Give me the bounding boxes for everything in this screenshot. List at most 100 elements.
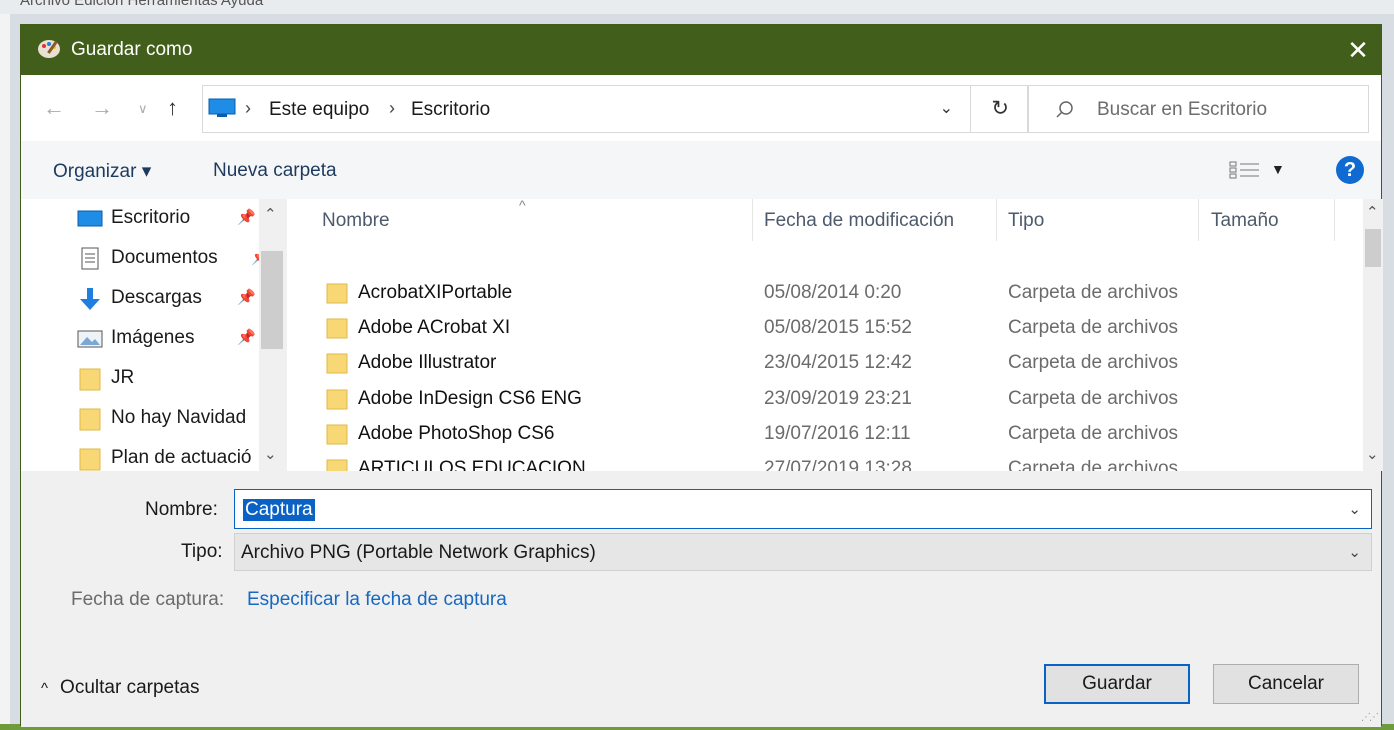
breadcrumb-separator-icon: › (245, 98, 251, 118)
sidebar-item-label: Descargas (111, 287, 202, 308)
pin-icon: 📌 (237, 209, 256, 226)
sidebar-item-label: Plan de actuació (111, 447, 252, 468)
file-list-scrollbar[interactable]: ⌃ ⌄ (1363, 199, 1383, 471)
file-date: 05/08/2015 15:52 (764, 317, 912, 338)
sidebar-item-label: Documentos (111, 247, 218, 268)
dialog-titlebar[interactable]: Guardar como ✕ (21, 25, 1381, 75)
column-divider (1198, 199, 1199, 241)
cancel-button[interactable]: Cancelar (1213, 664, 1359, 704)
back-arrow-icon[interactable]: ← (43, 95, 65, 121)
sidebar-scroll-thumb[interactable] (261, 251, 283, 349)
this-pc-icon (208, 98, 236, 117)
view-options-chevron-icon[interactable]: ▼ (1271, 161, 1285, 177)
table-row[interactable]: Adobe Illustrator 23/04/2015 12:42 Carpe… (287, 347, 1347, 383)
file-date: 23/04/2015 12:42 (764, 352, 912, 373)
file-name-field[interactable]: Captura ⌄ (234, 489, 1372, 529)
sidebar-scrollbar[interactable]: ⌃ ⌄ (259, 199, 285, 471)
sidebar-item-label: Imágenes (111, 327, 195, 348)
close-button[interactable]: ✕ (1335, 25, 1381, 75)
pin-icon: 📌 (237, 329, 256, 346)
file-type-label: Tipo: (181, 541, 223, 562)
dialog-title: Guardar como (71, 39, 193, 60)
file-type: Carpeta de archivos (1008, 282, 1179, 303)
sidebar-item-plan-de-actuacion[interactable]: Plan de actuació (77, 441, 277, 471)
file-list-scroll-thumb[interactable] (1365, 229, 1381, 267)
sidebar-item-pictures[interactable]: Imágenes 📌 (77, 321, 277, 357)
navigation-row: ← → ∨ ↑ › Este equipo › Escritorio ⌄ ↻ B… (21, 75, 1381, 141)
sidebar-item-desktop[interactable]: Escritorio 📌 (77, 201, 277, 237)
file-type: Carpeta de archivos (1008, 458, 1179, 471)
resize-grip-icon[interactable]: ⋰⋰ (1361, 712, 1379, 723)
address-bar[interactable]: › Este equipo › Escritorio ⌄ ↻ (202, 85, 1028, 133)
background-menubar-text: Archivo Edición Herramientas Ayuda (20, 0, 264, 9)
forward-arrow-icon[interactable]: → (91, 95, 113, 121)
organize-button[interactable]: Organizar ▾ (53, 160, 151, 183)
column-divider (752, 199, 753, 241)
column-header-name[interactable]: Nombre (322, 210, 390, 232)
sidebar-item-label: Escritorio (111, 207, 191, 228)
desktop-icon (77, 210, 103, 227)
pin-icon: 📌 (237, 289, 256, 306)
folder-icon (326, 283, 348, 304)
paint-palette-icon (38, 40, 60, 58)
file-date: 19/07/2016 12:11 (764, 423, 911, 444)
sidebar-item-documents[interactable]: Documentos 📌 (77, 241, 277, 277)
refresh-icon[interactable]: ↻ (991, 96, 1009, 121)
breadcrumb-this-pc[interactable]: Este equipo (269, 99, 369, 121)
file-name-value: Captura (243, 499, 315, 521)
scroll-up-icon[interactable]: ⌃ (1366, 203, 1379, 221)
address-dropdown-chevron-icon[interactable]: ⌄ (940, 98, 953, 118)
file-name: ARTICULOS EDUCACION (358, 458, 586, 471)
table-row[interactable]: AcrobatXIPortable 05/08/2014 0:20 Carpet… (287, 277, 1347, 313)
chevron-down-icon[interactable]: ⌄ (1348, 500, 1361, 518)
folder-icon (79, 448, 101, 471)
navigation-pane: Escritorio 📌 Documentos 📌 Descargas 📌 (21, 199, 285, 471)
search-input[interactable]: Buscar en Escritorio (1028, 85, 1369, 133)
folder-icon (79, 408, 101, 431)
hide-folders-toggle[interactable]: ^ Ocultar carpetas (41, 677, 199, 699)
file-name: Adobe PhotoShop CS6 (358, 423, 555, 444)
file-name: Adobe ACrobat XI (358, 317, 511, 338)
breadcrumb-desktop[interactable]: Escritorio (411, 99, 490, 121)
capture-date-label: Fecha de captura: (71, 589, 225, 610)
column-header-size[interactable]: Tamaño (1211, 210, 1279, 232)
view-details-icon[interactable] (1229, 161, 1261, 179)
scroll-up-icon[interactable]: ⌃ (264, 205, 277, 223)
scroll-down-icon[interactable]: ⌄ (1366, 445, 1379, 463)
file-name: Adobe InDesign CS6 ENG (358, 388, 582, 409)
documents-icon (81, 247, 99, 270)
sidebar-item-no-hay-navidad[interactable]: No hay Navidad (77, 401, 277, 437)
file-type-select[interactable]: Archivo PNG (Portable Network Graphics) … (234, 533, 1372, 571)
help-icon[interactable]: ? (1336, 156, 1364, 184)
column-header-date[interactable]: Fecha de modificación (764, 210, 954, 232)
file-type: Carpeta de archivos (1008, 423, 1179, 444)
column-header-type[interactable]: Tipo (1008, 210, 1044, 232)
background-window-edge (0, 14, 10, 730)
recent-locations-chevron-icon[interactable]: ∨ (138, 101, 148, 117)
table-row[interactable]: Adobe InDesign CS6 ENG 23/09/2019 23:21 … (287, 383, 1347, 419)
sidebar-item-downloads[interactable]: Descargas 📌 (77, 281, 277, 317)
file-type: Carpeta de archivos (1008, 317, 1179, 338)
table-row[interactable]: Adobe ACrobat XI 05/08/2015 15:52 Carpet… (287, 312, 1347, 348)
chevron-up-icon: ^ (41, 680, 49, 697)
save-as-dialog: Guardar como ✕ ← → ∨ ↑ › Este equipo › E… (20, 24, 1383, 727)
save-button[interactable]: Guardar (1044, 664, 1190, 704)
folder-icon (326, 389, 348, 410)
background-menubar: Archivo Edición Herramientas Ayuda (0, 0, 1394, 14)
sort-ascending-icon: ^ (519, 199, 526, 213)
sidebar-item-jr[interactable]: JR (77, 361, 277, 397)
table-row[interactable]: ARTICULOS EDUCACION 27/07/2019 13:28 Car… (287, 453, 1347, 471)
downloads-icon (80, 288, 100, 310)
column-divider (996, 199, 997, 241)
capture-date-link[interactable]: Especificar la fecha de captura (247, 589, 507, 611)
scroll-down-icon[interactable]: ⌄ (264, 445, 277, 463)
file-date: 27/07/2019 13:28 (764, 458, 912, 471)
column-divider (1334, 199, 1335, 241)
search-placeholder: Buscar en Escritorio (1097, 99, 1268, 120)
up-arrow-icon[interactable]: ↑ (167, 95, 178, 121)
folder-icon (79, 368, 101, 391)
table-row[interactable]: Adobe PhotoShop CS6 19/07/2016 12:11 Car… (287, 418, 1347, 454)
new-folder-button[interactable]: Nueva carpeta (213, 160, 337, 182)
command-toolbar: Organizar ▾ Nueva carpeta ▼ ? (21, 141, 1381, 199)
folder-icon (326, 353, 348, 374)
